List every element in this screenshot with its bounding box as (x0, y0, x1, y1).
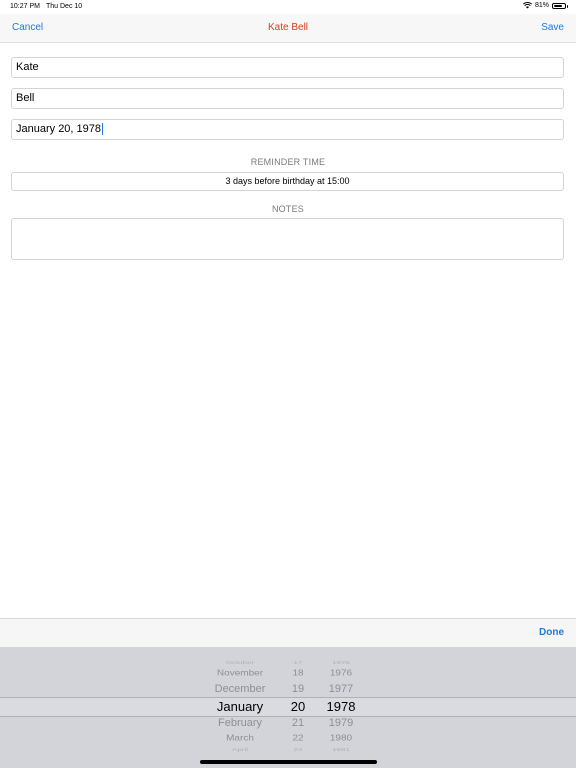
birthday-value: January 20, 1978 (16, 123, 102, 135)
picker-day-row[interactable]: 18 (278, 669, 318, 678)
picker-month-column[interactable]: October November December January Februa… (190, 647, 290, 768)
picker-year-selected[interactable]: 1978 (316, 699, 366, 714)
home-indicator[interactable] (200, 760, 377, 764)
first-name-field[interactable]: Kate (11, 57, 564, 78)
picker-toolbar: Done (0, 618, 576, 647)
battery-fill (554, 4, 563, 7)
picker-month-row[interactable]: April (190, 747, 290, 752)
picker-year-row[interactable]: 1981 (316, 747, 366, 752)
wifi-icon (522, 2, 532, 9)
birthday-field[interactable]: January 20, 1978 (11, 119, 564, 140)
page-title: Kate Bell (267, 22, 309, 33)
status-date: Thu Dec 10 (46, 3, 83, 10)
picker-month-row[interactable]: December (190, 683, 290, 695)
notes-textarea[interactable] (11, 218, 564, 260)
picker-day-row[interactable]: 23 (278, 747, 318, 752)
picker-day-selected[interactable]: 20 (278, 699, 318, 714)
date-picker[interactable]: October November December January Februa… (0, 647, 576, 768)
save-button[interactable]: Save (541, 22, 564, 33)
reminder-time-button[interactable]: 3 days before birthday at 15:00 (11, 172, 564, 191)
picker-year-row[interactable]: 1977 (316, 683, 366, 695)
picker-day-column[interactable]: 17 18 19 20 21 22 23 (278, 647, 318, 768)
birthday-input[interactable]: January 20, 1978 (16, 120, 556, 139)
picker-month-selected[interactable]: January (190, 699, 290, 714)
text-cursor (102, 123, 104, 136)
picker-day-row[interactable]: 22 (278, 734, 318, 743)
done-button[interactable]: Done (539, 627, 564, 638)
nav-bar: Cancel Kate Bell Save (0, 14, 576, 43)
last-name-field[interactable]: Bell (11, 88, 564, 109)
last-name-input[interactable]: Bell (16, 89, 556, 108)
picker-year-row[interactable]: 1975 (316, 660, 366, 665)
battery-percent: 81% (534, 2, 549, 9)
picker-month-row[interactable]: November (190, 669, 290, 678)
picker-month-row[interactable]: March (190, 734, 290, 743)
notes-section-label: NOTES (271, 204, 304, 214)
battery-icon (552, 2, 568, 9)
picker-year-column[interactable]: 1975 1976 1977 1978 1979 1980 1981 (316, 647, 366, 768)
status-time: 10:27 PM (10, 3, 40, 10)
picker-month-row[interactable]: October (190, 660, 290, 665)
status-indicators: 81% (522, 2, 568, 9)
picker-day-row[interactable]: 19 (278, 683, 318, 695)
first-name-input[interactable]: Kate (16, 58, 556, 77)
reminder-section-label: REMINDER TIME (250, 157, 326, 167)
picker-year-row[interactable]: 1979 (316, 717, 366, 729)
picker-day-row[interactable]: 17 (278, 660, 318, 665)
status-bar: 10:27 PM Thu Dec 10 81% (0, 0, 576, 14)
picker-month-row[interactable]: February (190, 717, 290, 729)
picker-year-row[interactable]: 1980 (316, 734, 366, 743)
picker-year-row[interactable]: 1976 (316, 669, 366, 678)
picker-day-row[interactable]: 21 (278, 717, 318, 729)
